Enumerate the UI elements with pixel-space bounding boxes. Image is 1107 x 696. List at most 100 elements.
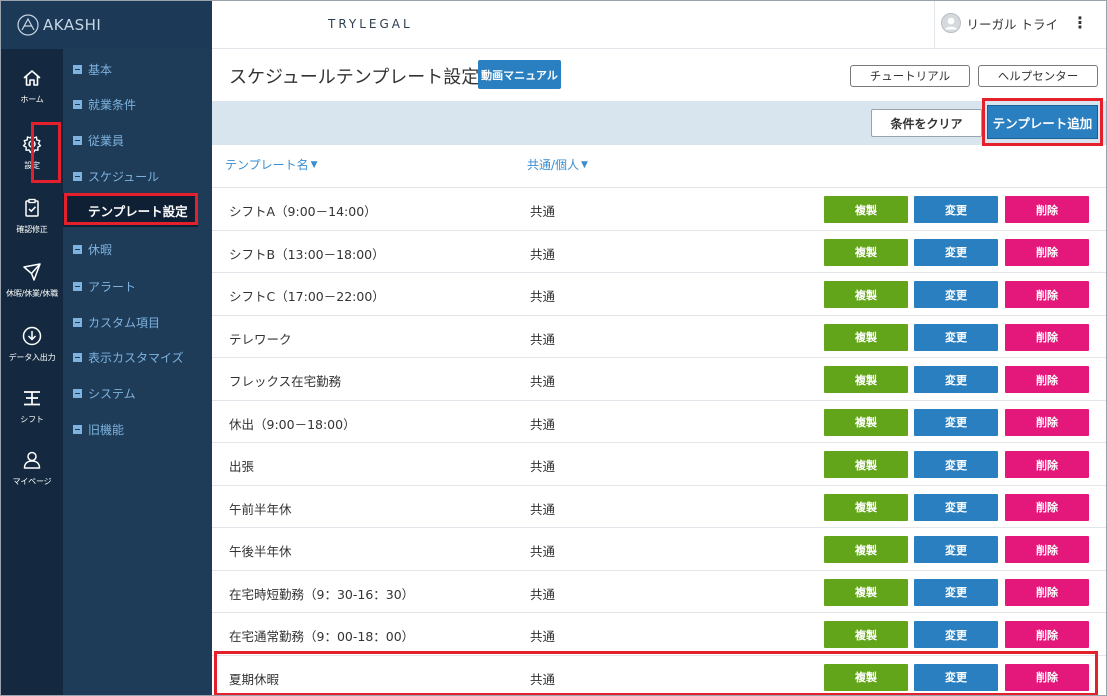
copy-button[interactable]: 複製	[824, 451, 908, 478]
edit-button[interactable]: 変更	[914, 281, 998, 308]
scope-cell: 共通	[530, 544, 556, 559]
submenu-item-leave[interactable]: 休暇	[73, 239, 112, 259]
table-row: テレワーク 共通 複製 変更 削除	[212, 314, 1106, 357]
edit-button[interactable]: 変更	[914, 493, 998, 521]
table-row: 休出（9:00－18:00） 共通 複製 変更 削除	[212, 399, 1106, 442]
user-name: リーガル トライ	[966, 16, 1058, 32]
collapse-square-icon	[73, 388, 82, 398]
rail-label: データ入出力	[8, 353, 56, 362]
brand-logo[interactable]: AKASHI	[1, 1, 212, 49]
delete-button[interactable]: 削除	[1005, 451, 1089, 478]
header-divider	[934, 1, 935, 49]
table-row: 在宅通常勤務（9：00-18：00） 共通 複製 変更 削除	[212, 612, 1106, 654]
collapse-square-icon	[73, 171, 82, 181]
column-header-template-name[interactable]: テンプレート名 ▼	[225, 156, 318, 173]
template-name-cell: シフトB（13:00－18:00）	[229, 246, 385, 262]
submenu-item-display-customize[interactable]: 表示カスタマイズ	[73, 347, 184, 367]
kebab-menu-icon[interactable]: ⋮	[1072, 15, 1088, 31]
submenu-item-template-settings[interactable]: テンプレート設定	[63, 193, 198, 227]
scope-cell: 共通	[530, 416, 556, 432]
template-name-cell: 在宅時短勤務（9：30-16：30）	[229, 586, 415, 602]
edit-button[interactable]: 変更	[914, 451, 998, 478]
collapse-square-icon	[73, 281, 82, 291]
rail-item-home[interactable]: ホーム	[1, 59, 63, 123]
delete-button[interactable]: 削除	[1005, 536, 1089, 563]
submenu-label: 表示カスタマイズ	[88, 350, 184, 365]
template-name-cell: 夏期休暇	[229, 671, 280, 687]
rail-item-leave[interactable]: 休暇/休業/休職	[1, 253, 63, 317]
tutorial-button[interactable]: チュートリアル	[850, 65, 970, 87]
copy-button[interactable]: 複製	[824, 493, 908, 521]
table-row: 出張 共通 複製 変更 削除	[212, 442, 1106, 484]
submenu-item-schedule[interactable]: スケジュール	[73, 166, 159, 186]
delete-button[interactable]: 削除	[1005, 621, 1089, 648]
submenu-label: 基本	[88, 62, 113, 77]
delete-button[interactable]: 削除	[1005, 366, 1089, 393]
delete-button[interactable]: 削除	[1005, 493, 1089, 521]
template-name-cell: フレックス在宅勤務	[229, 374, 342, 389]
submenu-item-employees[interactable]: 従業員	[73, 130, 124, 150]
submenu-item-system[interactable]: システム	[73, 383, 136, 403]
download-circle-icon	[22, 326, 42, 346]
submenu-item-legacy[interactable]: 旧機能	[73, 419, 124, 439]
clipboard-check-icon	[25, 198, 39, 217]
gear-icon	[22, 134, 42, 154]
edit-button[interactable]: 変更	[914, 323, 998, 351]
copy-button[interactable]: 複製	[824, 408, 908, 436]
table-row: 午後半年休 共通 複製 変更 削除	[212, 527, 1106, 569]
rail-item-review[interactable]: 確認修正	[1, 189, 63, 253]
edit-button[interactable]: 変更	[914, 196, 998, 223]
edit-button[interactable]: 変更	[914, 238, 998, 266]
rail-item-mypage[interactable]: マイページ	[1, 441, 63, 505]
copy-button[interactable]: 複製	[824, 536, 908, 563]
copy-button[interactable]: 複製	[824, 281, 908, 308]
help-center-button[interactable]: ヘルプセンター	[978, 65, 1098, 87]
submenu-item-basic[interactable]: 基本	[73, 59, 112, 79]
copy-button[interactable]: 複製	[824, 238, 908, 266]
rail-label: マイページ	[12, 477, 52, 486]
user-menu[interactable]: リーガル トライ ⋮	[940, 13, 1088, 33]
edit-button[interactable]: 変更	[914, 366, 998, 393]
delete-button[interactable]: 削除	[1005, 578, 1089, 606]
scope-cell: 共通	[530, 331, 556, 347]
rail-label: ホーム	[20, 95, 44, 104]
delete-button[interactable]: 削除	[1005, 323, 1089, 351]
edit-button[interactable]: 変更	[914, 663, 998, 691]
submenu-item-alert[interactable]: アラート	[73, 276, 136, 296]
delete-button[interactable]: 削除	[1005, 196, 1089, 223]
template-name-cell: シフトC（17:00－22:00）	[229, 289, 385, 304]
collapse-square-icon	[73, 64, 82, 74]
person-icon	[23, 451, 41, 469]
edit-button[interactable]: 変更	[914, 621, 998, 648]
table-row: 在宅時短勤務（9：30-16：30） 共通 複製 変更 削除	[212, 569, 1106, 612]
edit-button[interactable]: 変更	[914, 408, 998, 436]
submenu-label: 従業員	[88, 133, 125, 148]
copy-button[interactable]: 複製	[824, 196, 908, 223]
delete-button[interactable]: 削除	[1005, 281, 1089, 308]
copy-button[interactable]: 複製	[824, 621, 908, 648]
submenu-item-work-conditions[interactable]: 就業条件	[73, 94, 136, 114]
video-manual-button[interactable]: 動画マニュアル	[478, 60, 561, 89]
rail-item-shift[interactable]: シフト	[1, 379, 63, 443]
home-icon	[23, 70, 41, 86]
top-header: TRYLEGAL リーガル トライ ⋮	[212, 1, 1106, 49]
rail-item-data-io[interactable]: データ入出力	[1, 317, 63, 381]
copy-button[interactable]: 複製	[824, 366, 908, 393]
collapse-square-icon	[73, 244, 82, 254]
collapse-square-icon	[73, 424, 82, 434]
delete-button[interactable]: 削除	[1005, 408, 1089, 436]
edit-button[interactable]: 変更	[914, 536, 998, 563]
copy-button[interactable]: 複製	[824, 663, 908, 691]
add-template-button[interactable]: テンプレート追加	[987, 105, 1098, 139]
column-header-scope[interactable]: 共通/個人 ▼	[527, 156, 588, 173]
scope-cell: 共通	[530, 459, 556, 474]
clear-conditions-button[interactable]: 条件をクリア	[871, 109, 982, 137]
submenu-item-custom-fields[interactable]: カスタム項目	[73, 312, 160, 332]
copy-button[interactable]: 複製	[824, 578, 908, 606]
copy-button[interactable]: 複製	[824, 323, 908, 351]
scope-cell: 共通	[530, 204, 556, 219]
delete-button[interactable]: 削除	[1005, 238, 1089, 266]
edit-button[interactable]: 変更	[914, 578, 998, 606]
rail-item-settings[interactable]: 設定	[1, 125, 63, 189]
delete-button[interactable]: 削除	[1005, 663, 1089, 691]
